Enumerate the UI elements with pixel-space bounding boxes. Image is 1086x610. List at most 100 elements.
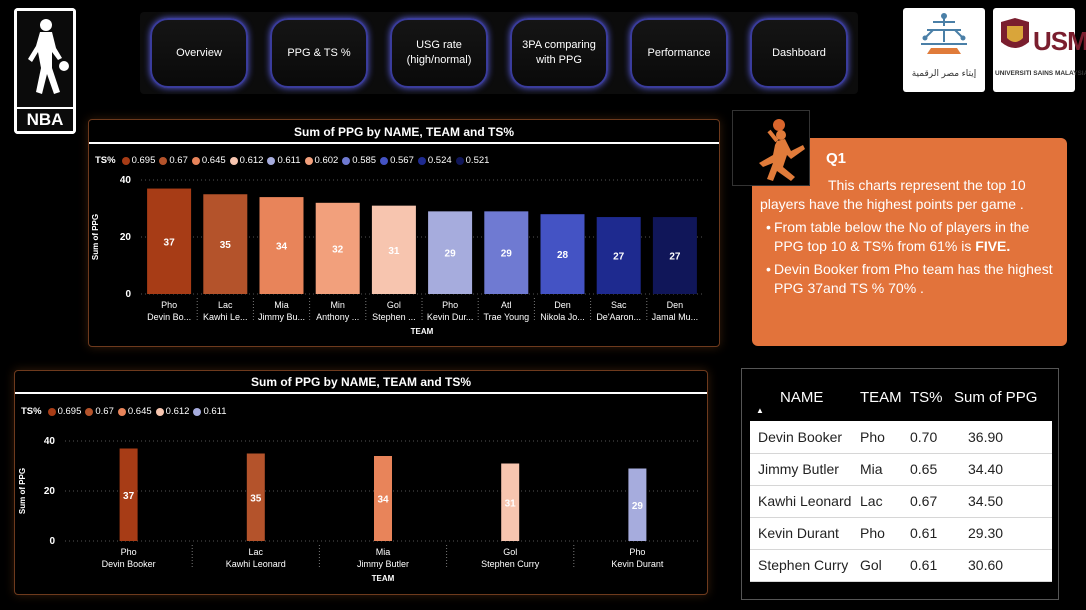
legend-label: 0.645	[127, 406, 152, 417]
legend-dot-icon	[267, 156, 276, 165]
bar-data-label: 27	[669, 252, 681, 263]
legend-label: 0.521	[465, 155, 490, 166]
x-tick-name-label: Anthony ...	[316, 312, 359, 322]
table-row[interactable]: Stephen Curry Gol 0.61 30.60	[750, 549, 1052, 582]
cell-team: Pho	[860, 421, 910, 454]
bar-data-label: 29	[501, 249, 513, 260]
x-tick-name-label: Stephen ...	[372, 312, 416, 322]
x-axis-label: TEAM	[411, 327, 434, 336]
legend-label: 0.67	[169, 155, 188, 166]
legend-label: 0.612	[239, 155, 264, 166]
x-tick-team-label: Min	[330, 300, 345, 310]
cell-ts: 0.65	[910, 453, 954, 486]
bottom-chart-svg: 0 20 40 Sum of PPG 37 Pho Devin Booker 35 Lac Kaw…	[18, 436, 701, 583]
legend-label: 0.602	[314, 155, 339, 166]
legend-label: 0.67	[95, 406, 114, 417]
table-row[interactable]: Jimmy Butler Mia 0.65 34.40	[750, 453, 1052, 486]
top-ppg-chart-card: Sum of PPG by NAME, TEAM and TS% TS% 0.6…	[88, 119, 720, 347]
legend-item[interactable]: 0.612	[155, 406, 189, 417]
legend-dot-icon	[47, 407, 56, 416]
nav-ppg-ts-label: PPG & TS %	[287, 46, 351, 59]
legend-item[interactable]: 0.602	[304, 155, 339, 166]
egypt-digital-logo: إيتاء مصر الرقمية	[903, 8, 985, 92]
y-axis-label: Sum of PPG	[91, 214, 100, 260]
cell-name: Stephen Curry	[750, 549, 860, 582]
table-row[interactable]: Devin Booker Pho 0.70 36.90	[750, 421, 1052, 454]
x-tick-team-label: Lac	[249, 547, 264, 557]
cell-ts: 0.61	[910, 517, 954, 550]
x-tick-name-label: Kevin Durant	[611, 559, 664, 569]
nav-dashboard-button[interactable]: Dashboard	[750, 18, 848, 88]
y-tick-label: 0	[125, 289, 131, 300]
q1-bullet-2-text: Devin Booker from Pho team has the highe…	[774, 261, 1053, 296]
cell-ppg: 34.40	[954, 453, 1052, 486]
legend-item[interactable]: 0.645	[191, 155, 226, 166]
top-chart-title-rule	[89, 142, 719, 144]
legend-dot-icon	[117, 407, 126, 416]
bottom-chart-title-rule	[15, 392, 707, 394]
legend-item[interactable]: 0.695	[121, 155, 156, 166]
col-team-header-label: TEAM	[860, 388, 902, 406]
legend-label: 0.695	[131, 155, 156, 166]
top-chart-title: Sum of PPG by NAME, TEAM and TS%	[293, 125, 514, 139]
x-tick-team-label: Gol	[387, 300, 401, 310]
cell-ts: 0.61	[910, 549, 954, 582]
cell-name: Kawhi Leonard	[750, 485, 860, 518]
legend-dot-icon	[85, 407, 94, 416]
nav-3pa-button[interactable]: 3PA comparing with PPG	[510, 18, 608, 88]
usm-full-text: UNIVERSITI SAINS MALAYSIA	[995, 70, 1086, 77]
cell-ppg: 30.60	[954, 549, 1052, 582]
x-tick-team-label: Den	[554, 300, 571, 310]
legend-item[interactable]: 0.521	[455, 155, 490, 166]
bullet-dot-icon: •	[766, 261, 771, 277]
nav-usg-rate-label: USG rate (high/normal)	[406, 39, 472, 66]
usm-logo: USM UNIVERSITI SAINS MALAYSIA	[993, 8, 1086, 92]
legend-item[interactable]: 0.611	[193, 406, 227, 417]
legend-item[interactable]: 0.612	[229, 155, 264, 166]
bar-data-label: 35	[250, 493, 262, 504]
x-tick-name-label: Trae Young	[483, 312, 529, 322]
cell-ts: 0.70	[910, 421, 954, 454]
legend-item[interactable]: 0.611	[267, 155, 301, 166]
x-tick-name-label: Stephen Curry	[481, 559, 540, 569]
bar-data-label: 35	[220, 240, 232, 251]
x-tick-name-label: Kevin Dur...	[427, 312, 474, 322]
nav-usg-rate-button[interactable]: USG rate (high/normal)	[390, 18, 488, 88]
cell-name: Kevin Durant	[750, 517, 860, 550]
nav-ppg-ts-button[interactable]: PPG & TS %	[270, 18, 368, 88]
legend-label: 0.695	[57, 406, 82, 417]
legend-item[interactable]: 0.67	[159, 155, 188, 166]
col-ts-header[interactable]: TS%	[910, 373, 954, 421]
nav-performance-button[interactable]: Performance	[630, 18, 728, 88]
legend-item[interactable]: 0.567	[380, 155, 414, 166]
legend-item[interactable]: 0.645	[117, 406, 152, 417]
legend-dot-icon	[417, 156, 426, 165]
x-tick-team-label: Mia	[376, 547, 391, 557]
sort-ascending-icon[interactable]: ▲	[756, 406, 764, 415]
legend-item[interactable]: 0.585	[342, 155, 376, 166]
legend-label: 0.585	[352, 155, 377, 166]
nav-overview-button[interactable]: Overview	[150, 18, 248, 88]
legend-item[interactable]: 0.67	[85, 406, 114, 417]
x-tick-team-label: Pho	[629, 547, 645, 557]
col-name-header[interactable]: NAME ▲	[750, 373, 860, 421]
x-tick-name-label: Jamal Mu...	[652, 312, 699, 322]
legend-dot-icon	[191, 156, 200, 165]
egypt-digital-text: إيتاء مصر الرقمية	[911, 68, 977, 78]
col-team-header[interactable]: TEAM	[860, 373, 910, 421]
q1-bullet-1: • From table below the No of players in …	[766, 218, 1062, 256]
legend-item[interactable]: 0.524	[417, 155, 452, 166]
legend-label: 0.524	[427, 155, 452, 166]
q1-heading: Q1	[826, 150, 847, 167]
y-axis-label: Sum of PPG	[18, 468, 27, 514]
table-row[interactable]: Kevin Durant Pho 0.61 29.30	[750, 517, 1052, 550]
nba-logo-text: NBA	[17, 109, 73, 131]
x-tick-team-label: Gol	[503, 547, 517, 557]
cell-team: Mia	[860, 453, 910, 486]
legend-item[interactable]: 0.695	[47, 406, 82, 417]
x-tick-name-label: Devin Bo...	[147, 312, 191, 322]
table-row[interactable]: Kawhi Leonard Lac 0.67 34.50	[750, 485, 1052, 518]
cell-team: Lac	[860, 485, 910, 518]
bottom-chart-title: Sum of PPG by NAME, TEAM and TS%	[250, 375, 471, 389]
col-ppg-header[interactable]: Sum of PPG	[954, 373, 1052, 421]
